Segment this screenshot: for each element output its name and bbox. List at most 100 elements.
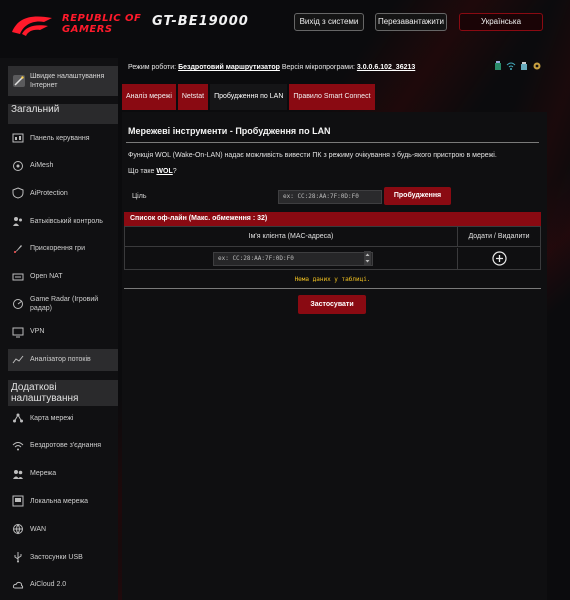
parental-icon bbox=[13, 217, 22, 227]
add-cell bbox=[458, 248, 540, 270]
wol-panel: Мережеві інструменти - Пробудження по LA… bbox=[122, 112, 547, 600]
sidebar-item-rocket[interactable]: Прискорення гри bbox=[12, 238, 118, 260]
target-label: Ціль bbox=[132, 193, 147, 200]
mode-prefix: Режим роботи: bbox=[128, 64, 177, 71]
sidebar-item-mesh[interactable]: AiMesh bbox=[12, 155, 118, 177]
apply-button[interactable]: Застосувати bbox=[298, 295, 366, 314]
wol-description: Функція WOL (Wake-On-LAN) надає можливіс… bbox=[128, 152, 497, 159]
usb-status-icon[interactable] bbox=[519, 61, 529, 71]
client-dropdown-stepper-icon[interactable] bbox=[364, 251, 371, 265]
reboot-button[interactable]: Перезавантажити bbox=[375, 13, 447, 31]
sidebar-item-label: Open NAT bbox=[30, 273, 63, 280]
dashboard-icon bbox=[12, 133, 24, 143]
tab-wake-on-lan[interactable]: Пробудження по LAN bbox=[210, 84, 288, 110]
globe-icon bbox=[13, 524, 23, 535]
new-client-cell: ex: CC:28:AA:7F:0D:F0 bbox=[125, 248, 458, 270]
guest-network-icon bbox=[13, 469, 23, 479]
tab-network-analysis[interactable]: Аналіз мережі bbox=[122, 84, 176, 110]
sidebar: Швидке налаштування Інтернет Загальний П… bbox=[0, 58, 118, 600]
status-bar: Режим роботи: Бездротовий маршрутизатор … bbox=[128, 62, 548, 74]
sidebar-item-label: Карта мережі bbox=[30, 414, 74, 422]
sidebar-item-dashboard[interactable]: Панель керування bbox=[12, 127, 118, 149]
column-add-delete: Додати / Видалити bbox=[458, 227, 540, 247]
title-divider bbox=[126, 142, 539, 143]
traffic-icon bbox=[12, 355, 24, 363]
brand-line-2: GAMERS bbox=[62, 24, 113, 35]
lan-icon bbox=[12, 495, 24, 507]
page-title: Мережеві інструменти - Пробудження по LA… bbox=[128, 126, 331, 136]
bottom-divider bbox=[124, 288, 541, 289]
sidebar-item-label: Батьківський контроль bbox=[30, 217, 103, 225]
tab-bar: Аналіз мережі Netstat Пробудження по LAN… bbox=[122, 84, 377, 110]
nat-icon bbox=[12, 273, 24, 280]
shield-icon bbox=[12, 187, 24, 199]
wifi-status-icon[interactable] bbox=[506, 61, 516, 71]
sidebar-item-parental[interactable]: Батьківський контроль bbox=[12, 210, 118, 232]
sidebar-item-cloud[interactable]: AiCloud 2.0 bbox=[12, 574, 118, 596]
cloud-icon bbox=[12, 581, 24, 589]
sidebar-item-label: Бездротове з'єднання bbox=[30, 442, 102, 450]
brand-text: REPUBLIC OF GAMERS bbox=[62, 13, 141, 35]
rog-eye-icon bbox=[12, 16, 52, 36]
brand-line-1: REPUBLIC OF bbox=[62, 13, 142, 24]
general-section-title: Загальний bbox=[8, 104, 118, 124]
advanced-section-title: Додаткові налаштування bbox=[8, 380, 118, 406]
sidebar-item-wireless[interactable]: Бездротове з'єднання bbox=[12, 435, 118, 457]
mesh-icon bbox=[13, 160, 23, 171]
status-icons bbox=[493, 61, 542, 71]
rog-logo[interactable]: REPUBLIC OF GAMERS bbox=[10, 10, 150, 40]
sidebar-item-nat[interactable]: Open NAT bbox=[12, 266, 118, 288]
sidebar-item-traffic[interactable]: Аналізатор потоків bbox=[8, 348, 118, 371]
what-is-wol: Що таке WOL? bbox=[128, 168, 177, 175]
sidebar-item-label: Прискорення гри bbox=[30, 245, 85, 253]
sidebar-item-label: AiMesh bbox=[30, 162, 54, 170]
wake-up-button[interactable]: Пробудження bbox=[384, 187, 451, 205]
quick-setup-label: Швидке налаштування Інтернет bbox=[30, 73, 105, 89]
sidebar-item-usb[interactable]: Застосунки USB bbox=[12, 546, 118, 568]
tab-smart-connect[interactable]: Правило Smart Connect bbox=[289, 84, 375, 110]
sidebar-item-globe[interactable]: WAN bbox=[12, 518, 118, 540]
sidebar-item-label: Game Radar (Ігровий радар) bbox=[30, 296, 99, 313]
fw-prefix: Версія мікропрограми: bbox=[281, 64, 355, 71]
usb-icon bbox=[14, 552, 22, 563]
no-data-message: Нема даних у таблиці. bbox=[294, 276, 371, 283]
sidebar-item-label: AiCloud 2.0 bbox=[30, 581, 67, 589]
sidebar-item-label: AiProtection bbox=[30, 189, 68, 197]
sidebar-item-lan[interactable]: Локальна мережа bbox=[12, 490, 118, 512]
sidebar-item-label: Мережа bbox=[30, 470, 57, 478]
radar-icon bbox=[13, 299, 23, 310]
wol-help-link[interactable]: WOL bbox=[156, 168, 172, 175]
top-header: REPUBLIC OF GAMERS GT-BE19000 Вихід з си… bbox=[0, 0, 570, 50]
sidebar-item-label: WAN bbox=[30, 525, 47, 533]
sidebar-item-shield[interactable]: AiProtection bbox=[12, 182, 118, 204]
tab-netstat[interactable]: Netstat bbox=[177, 84, 209, 110]
network-map-icon bbox=[13, 413, 23, 423]
offline-list-header: Список оф-лайн (Макс. обмеження : 32) bbox=[124, 212, 541, 226]
sidebar-item-guest-network[interactable]: Мережа bbox=[12, 463, 118, 485]
quick-setup-button[interactable]: Швидке налаштування Інтернет bbox=[8, 66, 118, 96]
logout-button[interactable]: Вихід з системи bbox=[294, 13, 364, 31]
rocket-icon bbox=[14, 244, 22, 253]
what-suffix: ? bbox=[172, 168, 177, 175]
wireless-icon bbox=[12, 441, 24, 451]
sidebar-item-radar[interactable]: Game Radar (Ігровий радар) bbox=[12, 293, 118, 315]
sidebar-item-vpn[interactable]: VPN bbox=[12, 321, 118, 343]
vpn-icon bbox=[12, 327, 24, 338]
target-mac-input[interactable]: ex: CC:28:AA:7F:0D:F0 bbox=[278, 190, 382, 204]
what-prefix: Що таке bbox=[128, 168, 155, 175]
sidebar-item-label: Застосунки USB bbox=[30, 553, 83, 561]
sidebar-item-label: Аналізатор потоків bbox=[30, 356, 91, 364]
sidebar-item-network-map[interactable]: Карта мережі bbox=[12, 407, 118, 429]
network-status-icon[interactable] bbox=[493, 61, 503, 71]
column-client-name: Ім'я клієнта (MAC-адреса) bbox=[125, 227, 458, 247]
offline-client-table: Ім'я клієнта (MAC-адреса) Додати / Видал… bbox=[124, 226, 541, 270]
client-mac-input[interactable]: ex: CC:28:AA:7F:0D:F0 bbox=[213, 252, 373, 266]
language-select[interactable]: Українська bbox=[459, 13, 543, 31]
operation-mode-link[interactable]: Бездротовий маршрутизатор bbox=[178, 64, 280, 71]
settings-status-icon[interactable] bbox=[532, 61, 542, 71]
add-circle-icon[interactable] bbox=[492, 251, 507, 266]
wand-icon bbox=[13, 75, 25, 87]
firmware-version-link[interactable]: 3.0.0.6.102_36213 bbox=[357, 64, 415, 71]
sidebar-item-label: VPN bbox=[30, 328, 45, 336]
sidebar-item-label: Локальна мережа bbox=[30, 497, 89, 505]
